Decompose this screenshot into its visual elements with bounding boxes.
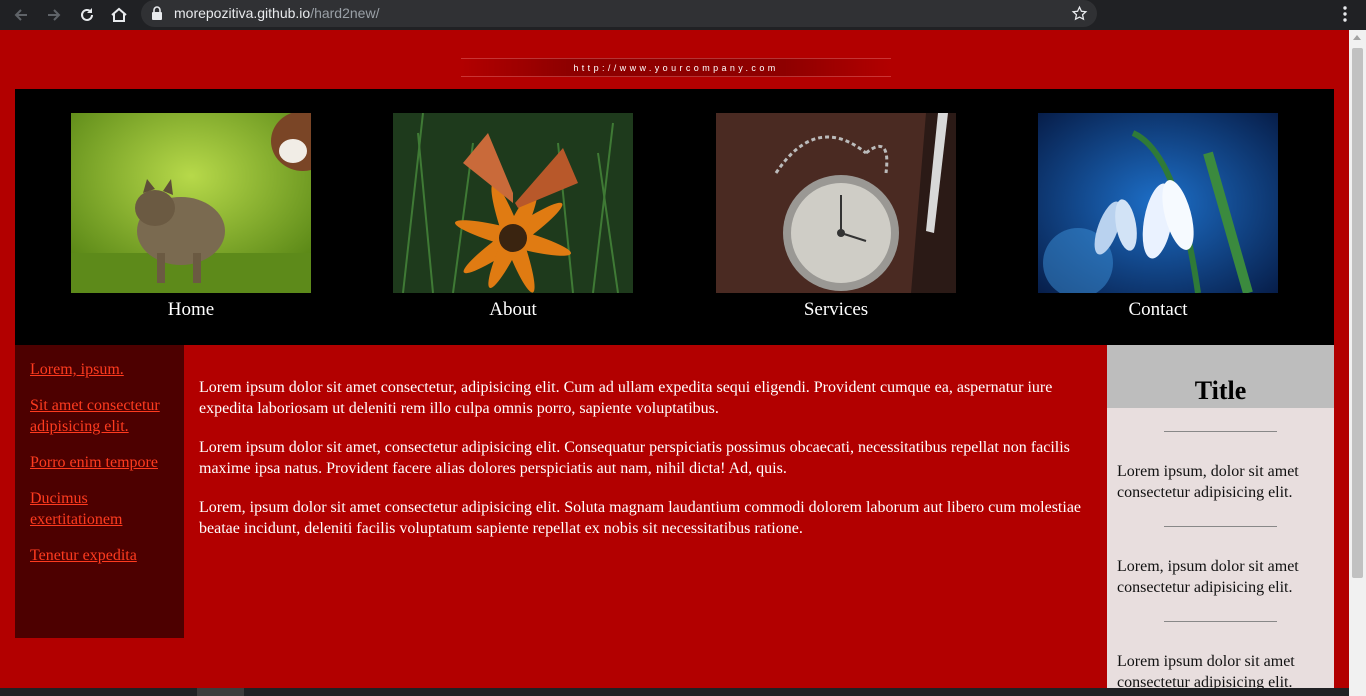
pocket-watch-image xyxy=(716,113,956,293)
back-arrow-icon xyxy=(14,9,27,21)
bookmark-star-icon[interactable] xyxy=(1071,5,1088,22)
aside-title: Title xyxy=(1107,345,1334,408)
main-content: Lorem ipsum dolor sit amet consectetur, … xyxy=(199,377,1094,557)
aside-divider xyxy=(1164,621,1277,622)
horizontal-scrollbar[interactable] xyxy=(0,688,1349,696)
aside-item: Lorem ipsum dolor sit amet consectetur a… xyxy=(1117,653,1295,691)
aside-item: Lorem, ipsum dolor sit amet consectetur … xyxy=(1117,558,1299,596)
nav-tile-home[interactable]: Home xyxy=(71,113,311,321)
vertical-scrollbar[interactable] xyxy=(1349,30,1366,696)
reload-icon xyxy=(81,8,93,21)
scrollbar-thumb[interactable] xyxy=(1352,48,1363,578)
sidebar-link[interactable]: Lorem, ipsum. xyxy=(30,359,174,380)
back-button[interactable] xyxy=(10,4,32,26)
aside-divider xyxy=(1164,526,1277,527)
content-paragraph: Lorem ipsum dolor sit amet consectetur, … xyxy=(199,379,1053,417)
nav-tile-contact[interactable]: Contact xyxy=(1038,113,1278,321)
sidebar-link[interactable]: Porro enim tempore xyxy=(30,452,174,473)
aside-divider xyxy=(1164,431,1277,432)
snowdrop-flower-image xyxy=(1038,113,1278,293)
lock-icon xyxy=(152,6,162,20)
address-bar[interactable]: morepozitiva.github.io/hard2new/ xyxy=(141,0,1097,27)
aside-item: Lorem ipsum, dolor sit amet consectetur … xyxy=(1117,463,1299,501)
nav-tile-services[interactable]: Services xyxy=(716,113,956,321)
reload-button[interactable] xyxy=(76,4,98,26)
nav-label-services: Services xyxy=(803,299,869,320)
home-icon xyxy=(111,7,127,22)
home-button[interactable] xyxy=(108,4,130,26)
image-navigation: Home About Services Contact xyxy=(15,89,1334,345)
nav-tile-about[interactable]: About xyxy=(393,113,633,321)
nav-label-about: About xyxy=(489,299,537,320)
sidebar-link[interactable]: Ducimus exertitationem xyxy=(30,488,174,530)
horizontal-scrollbar-thumb[interactable] xyxy=(197,688,244,696)
scroll-up-arrow-icon[interactable] xyxy=(1353,35,1361,40)
nav-label-home: Home xyxy=(167,299,215,320)
company-url-banner: http://www.yourcompany.com xyxy=(461,58,891,77)
url-text: morepozitiva.github.io/hard2new/ xyxy=(174,5,380,21)
content-paragraph: Lorem, ipsum dolor sit amet consectetur … xyxy=(199,499,1082,537)
sidebar-links: Lorem, ipsum. Sit amet consectetur adipi… xyxy=(15,345,184,638)
sidebar-link[interactable]: Sit amet consectetur adipisicing elit. xyxy=(30,395,174,437)
right-aside: Title Lorem ipsum, dolor sit amet consec… xyxy=(1107,345,1334,696)
forward-arrow-icon xyxy=(48,9,61,21)
browser-menu-icon[interactable] xyxy=(1338,5,1352,23)
kitten-and-puppy-image xyxy=(71,113,311,293)
sidebar-link[interactable]: Tenetur expedita xyxy=(30,545,174,566)
butterfly-on-flower-image xyxy=(393,113,633,293)
company-url-text: http://www.yourcompany.com xyxy=(573,62,779,73)
content-paragraph: Lorem ipsum dolor sit amet, consectetur … xyxy=(199,439,1070,477)
browser-toolbar: morepozitiva.github.io/hard2new/ xyxy=(0,0,1366,30)
forward-button[interactable] xyxy=(43,4,65,26)
nav-label-contact: Contact xyxy=(1128,299,1188,320)
